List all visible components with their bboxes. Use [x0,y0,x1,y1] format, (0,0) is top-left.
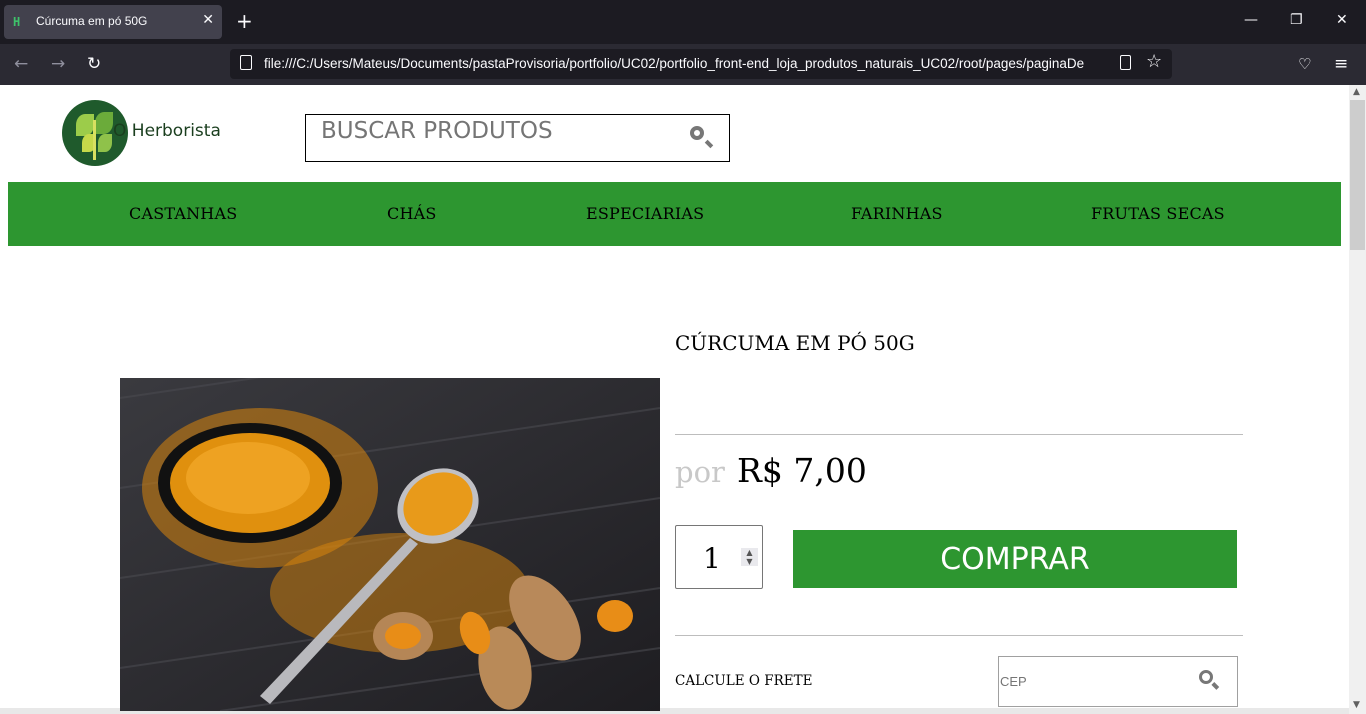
minimize-icon[interactable]: — [1244,12,1258,28]
url-text: file:///C:/Users/Mateus/Documents/pastaP… [264,56,1085,71]
divider [675,635,1243,636]
address-bar[interactable]: file:///C:/Users/Mateus/Documents/pastaP… [230,49,1172,79]
menu-item-chas[interactable]: CHÁS [387,204,437,223]
search-box[interactable]: BUSCAR PRODUTOS [305,114,730,162]
product-price: R$ 7,00 [737,451,867,490]
back-icon[interactable]: ← [14,54,28,74]
divider [675,434,1243,435]
product-image [120,378,660,711]
scroll-up-icon[interactable]: ▲ [1353,87,1360,97]
buy-button[interactable]: COMPRAR [793,530,1237,588]
forward-icon[interactable]: → [51,54,65,74]
quantity-value[interactable]: 1 [703,542,721,575]
browser-nav-bar: ← → ↻ file:///C:/Users/Mateus/Documents/… [0,44,1366,85]
shipping-label: CALCULE O FRETE [675,673,813,689]
browser-tab[interactable]: H Cúrcuma em pó 50G ✕ [4,5,222,39]
search-icon[interactable] [690,126,704,140]
product-title: CÚRCUMA EM PÓ 50G [675,331,915,355]
bookmark-star-icon[interactable]: ☆ [1146,51,1162,72]
buy-button-label: COMPRAR [940,542,1090,577]
vertical-scrollbar[interactable]: ▲ ▼ [1349,85,1366,714]
cep-placeholder: CEP [1000,674,1027,689]
tab-title: Cúrcuma em pó 50G [36,14,148,28]
menu-item-castanhas[interactable]: CASTANHAS [129,204,237,223]
scrollbar-thumb[interactable] [1350,100,1365,250]
category-menu: CASTANHAS CHÁS ESPECIARIAS FARINHAS FRUT… [8,182,1341,246]
reader-view-icon[interactable] [1120,55,1131,70]
restore-icon[interactable]: ❐ [1290,12,1303,28]
pocket-icon[interactable]: ♡ [1298,55,1311,73]
cep-input[interactable]: CEP [998,656,1238,707]
menu-hamburger-icon[interactable]: ≡ [1334,54,1348,74]
scroll-down-icon[interactable]: ▼ [1353,700,1360,710]
search-placeholder: BUSCAR PRODUTOS [321,118,553,144]
tab-close-icon[interactable]: ✕ [202,12,214,28]
menu-item-especiarias[interactable]: ESPECIARIAS [586,204,704,223]
new-tab-icon[interactable]: + [236,10,253,32]
browser-tab-bar: H Cúrcuma em pó 50G ✕ + — ❐ ✕ [0,0,1366,44]
window-close-icon[interactable]: ✕ [1336,12,1348,28]
page-icon [240,55,252,70]
spin-buttons-icon[interactable]: ▲ ▼ [741,548,758,566]
logo-text[interactable]: O Herborista [113,121,221,141]
cep-search-icon[interactable] [1199,670,1213,684]
reload-icon[interactable]: ↻ [87,54,101,74]
menu-item-frutas-secas[interactable]: FRUTAS SECAS [1091,204,1225,223]
menu-item-farinhas[interactable]: FARINHAS [851,204,943,223]
price-prefix: por [675,455,725,489]
site-favicon-icon: H [13,15,21,29]
quantity-stepper[interactable]: 1 ▲ ▼ [675,525,763,589]
